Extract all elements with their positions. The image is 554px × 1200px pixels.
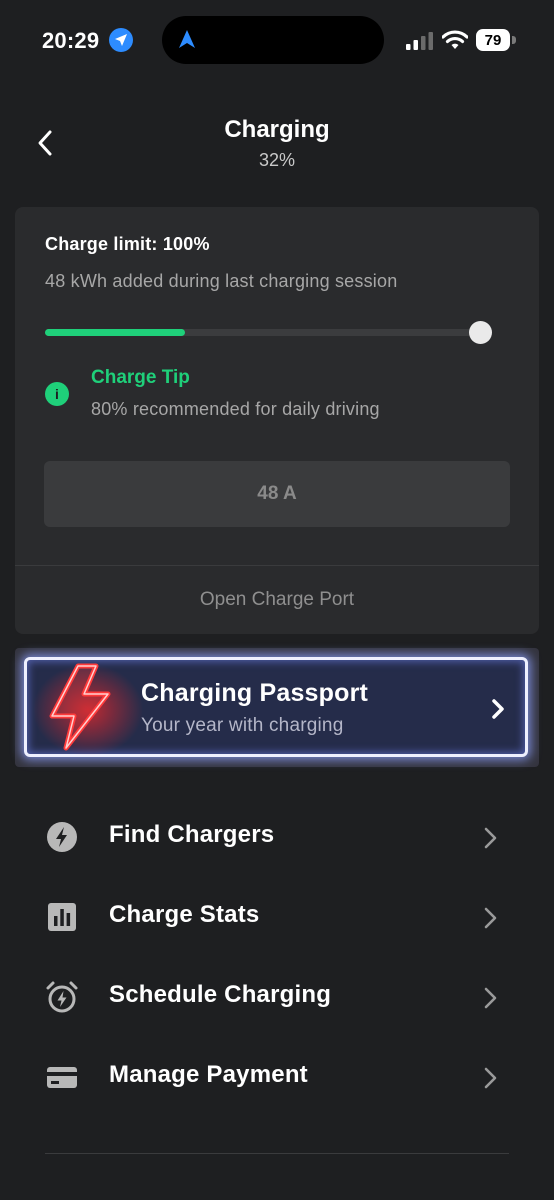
charging-amps-control[interactable]: 48 A (44, 461, 510, 527)
info-icon: i (45, 382, 69, 406)
lightning-circle-icon (47, 822, 77, 852)
charge-limit-slider-thumb[interactable] (469, 321, 492, 344)
lightning-bolt-icon (49, 663, 111, 751)
battery-percent: 32% (258, 150, 296, 170)
cellular-signal-icon (406, 32, 433, 50)
page-title: Charging (224, 116, 330, 143)
menu-item-label: Manage Payment (109, 1061, 308, 1088)
status-time: 20:29 (42, 28, 100, 53)
passport-subtitle: Your year with charging (141, 715, 344, 736)
menu-item-find-chargers[interactable]: Find Chargers (0, 800, 554, 880)
menu-item-manage-payment[interactable]: Manage Payment (0, 1040, 554, 1120)
session-energy-text: 48 kWh added during last charging sessio… (45, 271, 398, 291)
divider (45, 1153, 509, 1154)
charge-level-fill (45, 329, 185, 336)
location-arrow-icon (109, 28, 133, 52)
chevron-right-icon (484, 827, 497, 849)
battery-level: 79 (476, 29, 510, 51)
menu-item-label: Charge Stats (109, 901, 260, 928)
chevron-right-icon (484, 1067, 497, 1089)
alarm-clock-icon (46, 981, 78, 1013)
open-charge-port-button[interactable]: Open Charge Port (15, 589, 539, 611)
credit-card-icon (47, 1067, 77, 1088)
charge-tip-text: 80% recommended for daily driving (91, 399, 380, 419)
chevron-right-icon (484, 907, 497, 929)
menu-item-label: Schedule Charging (109, 981, 332, 1008)
navigation-arrow-icon (179, 30, 195, 48)
menu-item-charge-stats[interactable]: Charge Stats (0, 880, 554, 960)
menu-item-schedule-charging[interactable]: Schedule Charging (0, 960, 554, 1040)
chevron-right-icon (492, 699, 504, 719)
chevron-right-icon (484, 987, 497, 1009)
charge-tip-title: Charge Tip (91, 367, 190, 388)
charge-limit-label: Charge limit: 100% (45, 234, 210, 254)
battery-icon: 79 (476, 29, 518, 51)
passport-title: Charging Passport (141, 679, 369, 707)
menu-item-label: Find Chargers (109, 821, 275, 848)
divider (15, 565, 539, 566)
bar-chart-icon (48, 903, 76, 931)
wifi-icon (442, 30, 468, 49)
